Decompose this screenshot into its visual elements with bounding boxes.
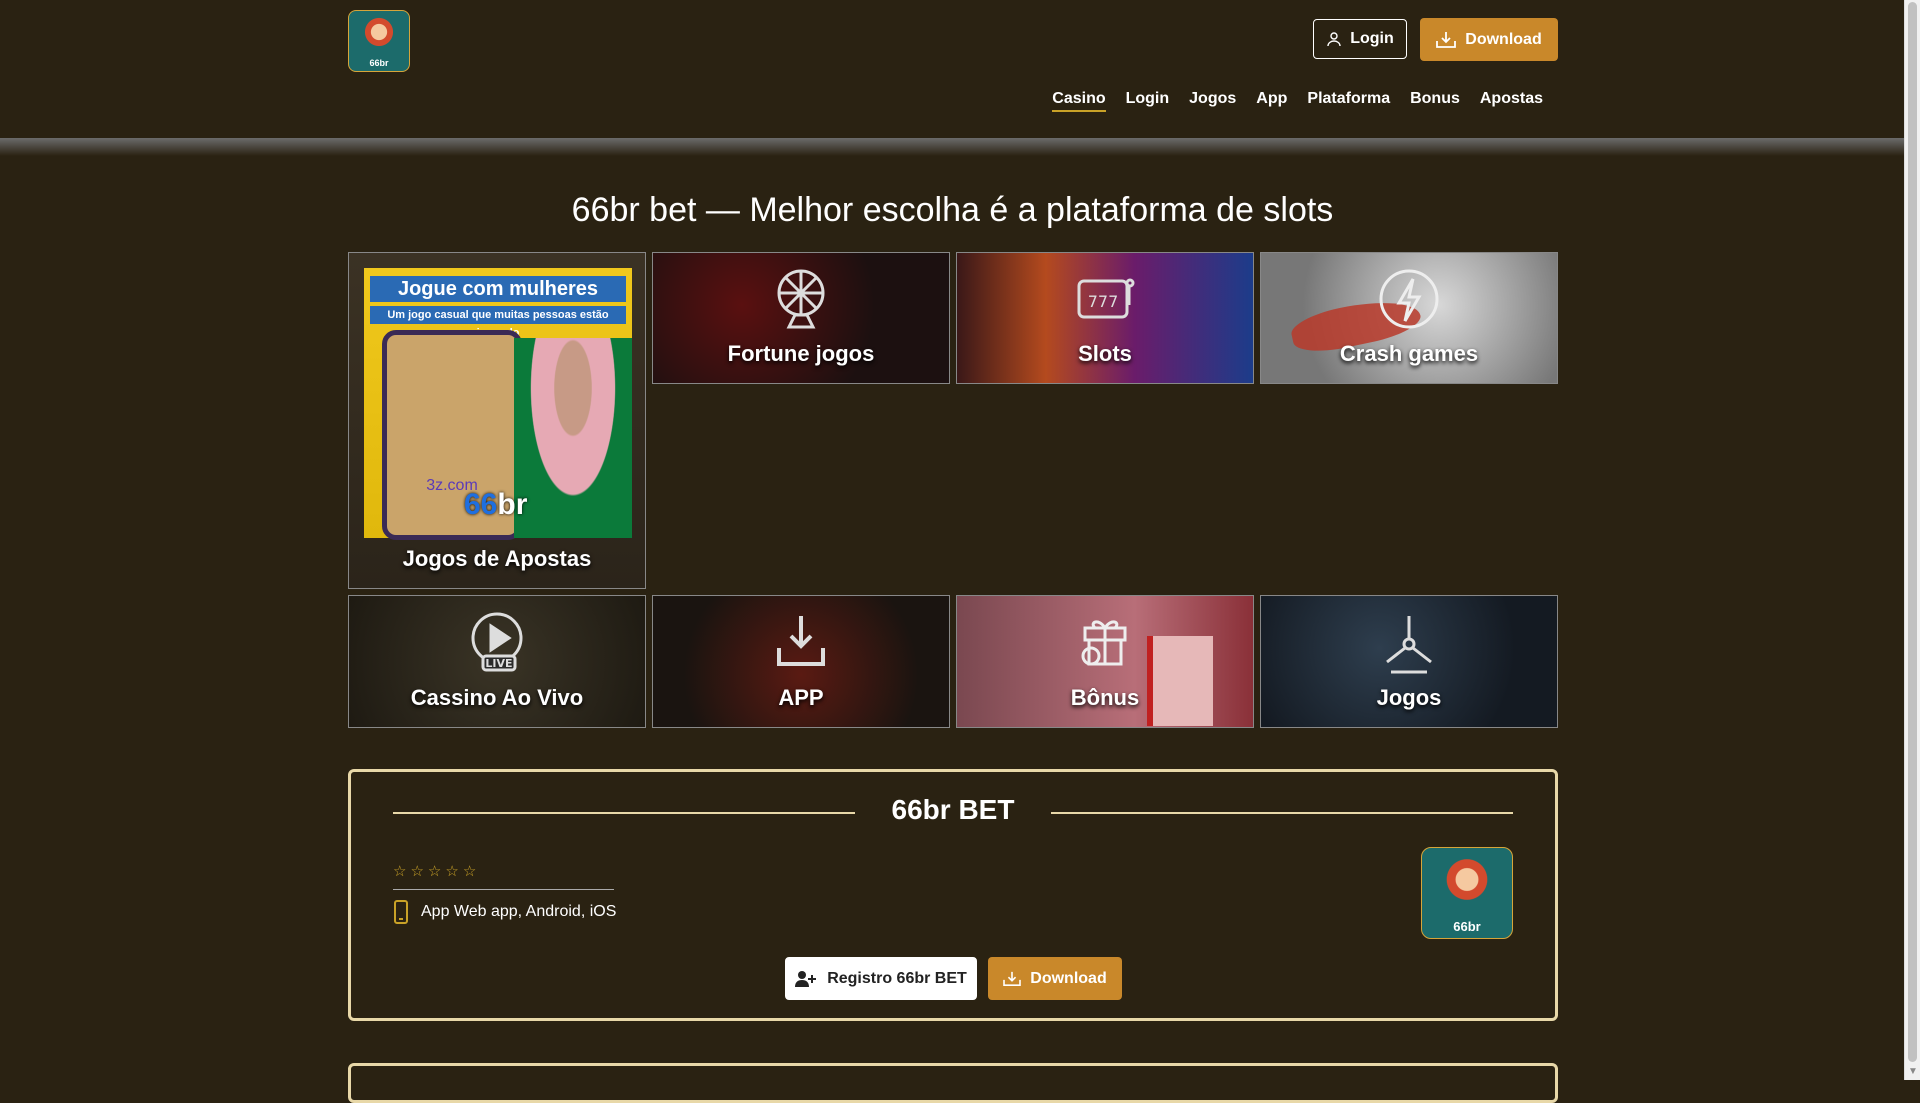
gift-image <box>1147 636 1213 726</box>
app-download-icon <box>777 616 825 666</box>
main-nav: Casino Login Jogos App Plataforma Bonus … <box>1052 90 1543 112</box>
nav-apostas[interactable]: Apostas <box>1480 90 1543 112</box>
star-icon: ☆ <box>427 863 442 880</box>
header-shadow <box>0 138 1905 156</box>
nav-app[interactable]: App <box>1256 90 1287 112</box>
propeller-icon <box>1386 616 1432 674</box>
title-divider-right <box>1051 812 1513 814</box>
nav-jogos[interactable]: Jogos <box>1189 90 1236 112</box>
download-icon <box>1436 31 1457 48</box>
wheel-icon <box>777 269 825 329</box>
download-app-button[interactable]: Download <box>988 957 1122 1000</box>
site-logo[interactable]: 66br <box>348 10 410 72</box>
svg-text:LIVE: LIVE <box>485 657 512 670</box>
next-section-box <box>348 1063 1558 1103</box>
card-jogos-de-apostas[interactable]: Jogue com mulheres bonitas Um jogo casua… <box>348 252 646 589</box>
card-label: Crash games <box>1339 341 1479 366</box>
card-label: Jogos <box>1376 685 1442 710</box>
card-app[interactable]: APP <box>652 595 950 728</box>
slot-machine-icon: 777 <box>1077 278 1135 319</box>
infobox-title: 66br BET <box>891 794 1015 825</box>
star-rating: ☆ ☆ ☆ ☆ ☆ <box>393 862 476 880</box>
card-bonus[interactable]: Bônus <box>956 595 1254 728</box>
poster-brand-b: br <box>497 488 528 521</box>
add-user-icon <box>795 970 817 987</box>
poster-brand: 66br <box>464 488 527 522</box>
nav-plataforma[interactable]: Plataforma <box>1307 90 1390 112</box>
card-label: APP <box>778 685 824 710</box>
registro-label: Registro 66br BET <box>827 969 967 987</box>
card-label: Slots <box>1078 341 1132 366</box>
lightning-icon <box>1379 269 1439 329</box>
registro-button[interactable]: Registro 66br BET <box>785 957 977 1000</box>
nav-bonus[interactable]: Bonus <box>1410 90 1460 112</box>
poster-banner: Jogue com mulheres bonitas <box>370 276 626 326</box>
star-icon: ☆ <box>445 863 459 880</box>
app-platforms-label: App Web app, Android, iOS <box>421 903 617 920</box>
card-label: Fortune jogos <box>727 341 875 366</box>
login-button[interactable]: Login <box>1313 19 1407 59</box>
card-cassino-ao-vivo[interactable]: LIVE Cassino Ao Vivo <box>348 595 646 728</box>
model-image <box>514 338 632 538</box>
app-logo-tag: 66br <box>1453 919 1481 934</box>
user-icon <box>1327 32 1341 47</box>
login-label: Login <box>1350 30 1394 47</box>
download-app-label: Download <box>1030 969 1107 987</box>
mobile-phone-icon <box>394 900 408 924</box>
scrollbar-thumb[interactable] <box>1908 2 1917 1062</box>
poster-subbanner: Um jogo casual que muitas pessoas estão … <box>370 306 626 339</box>
download-label: Download <box>1465 30 1542 48</box>
app-logo: 66br <box>1421 847 1513 939</box>
page-scrollbar[interactable]: ▼ <box>1904 0 1920 1080</box>
nav-casino[interactable]: Casino <box>1052 90 1106 112</box>
gift-icon <box>1081 620 1127 666</box>
rating-divider <box>393 889 614 890</box>
card-crash-games[interactable]: Crash games <box>1260 252 1558 384</box>
card-slots[interactable]: 777 Slots <box>956 252 1254 384</box>
download-icon <box>1003 971 1022 986</box>
svg-text:777: 777 <box>1088 292 1119 311</box>
page-title: 66br bet — Melhor escolha é a plataforma… <box>571 190 1334 229</box>
promo-poster: Jogue com mulheres bonitas Um jogo casua… <box>364 268 632 540</box>
download-button[interactable]: Download <box>1420 18 1558 61</box>
scroll-down-icon[interactable]: ▼ <box>1908 1067 1918 1077</box>
nav-login[interactable]: Login <box>1126 90 1170 112</box>
live-play-icon: LIVE <box>471 612 523 672</box>
app-platforms: App Web app, Android, iOS <box>393 900 616 924</box>
card-label: Jogos de Apostas <box>402 546 592 571</box>
site-header: 66br Login Download Casino Login Jogos A… <box>0 0 1905 138</box>
app-info-box: 66br BET ☆ ☆ ☆ ☆ ☆ App Web app, Android,… <box>348 769 1558 1021</box>
star-icon: ☆ <box>393 863 407 880</box>
poster-brand-a: 66 <box>464 488 498 521</box>
card-jogos[interactable]: Jogos <box>1260 595 1558 728</box>
logo-tag: 66br <box>369 58 389 68</box>
star-icon: ☆ <box>462 863 477 880</box>
card-fortune-jogos[interactable]: Fortune jogos <box>652 252 950 384</box>
card-label: Cassino Ao Vivo <box>410 685 584 710</box>
star-icon: ☆ <box>410 863 424 880</box>
card-label: Bônus <box>1070 685 1140 710</box>
